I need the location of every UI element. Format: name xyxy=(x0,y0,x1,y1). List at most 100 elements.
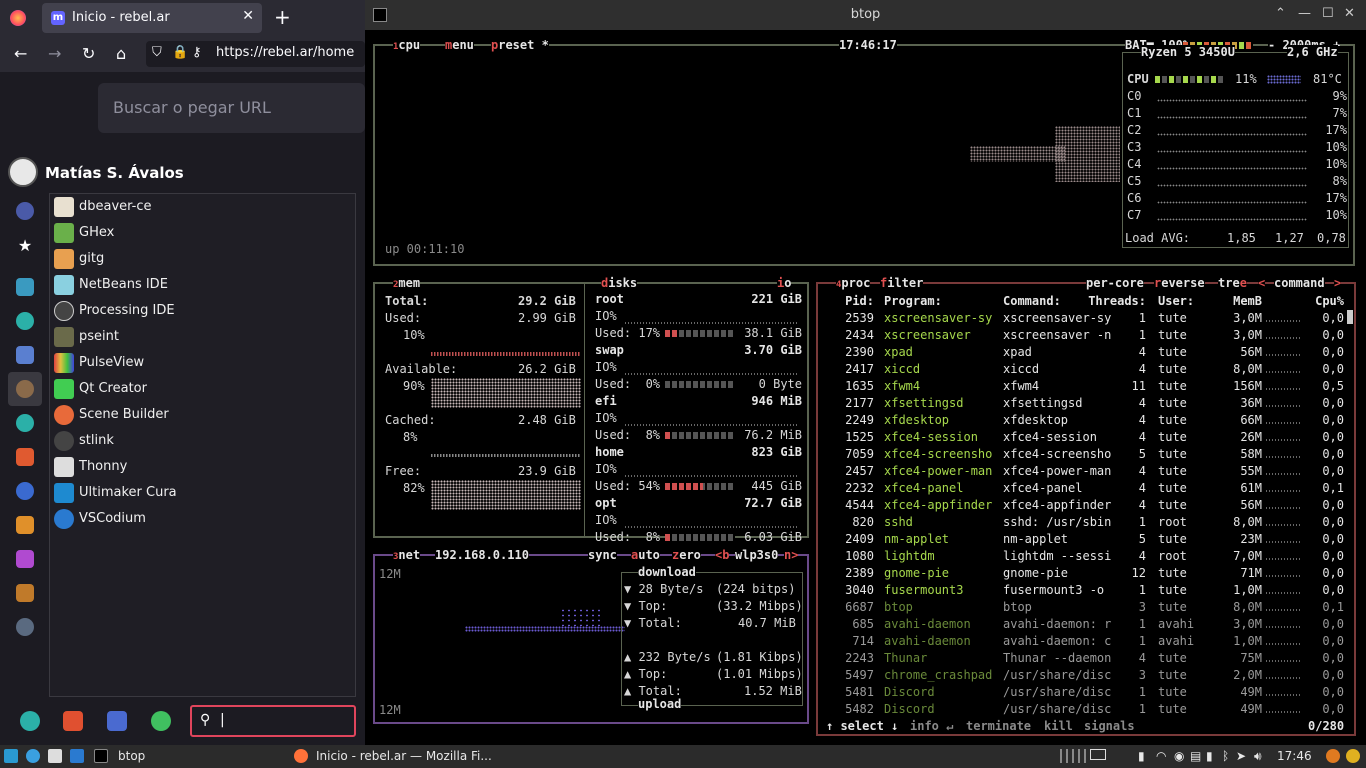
list-item[interactable]: GHex xyxy=(54,221,344,245)
table-row[interactable]: 5482 Discord/usr/share/disc 1 tute 49M 0,0 xyxy=(818,702,1358,719)
proc-column-header[interactable]: Pid: xyxy=(828,294,874,308)
browser-tab[interactable]: m Inicio - rebel.ar ✕ xyxy=(42,3,262,33)
preset-button[interactable]: preset * xyxy=(491,38,549,52)
table-row[interactable]: 5481 Discord/usr/share/disc 1 tute 49M 0,0 xyxy=(818,685,1358,702)
sort-prev-button[interactable]: < xyxy=(1258,276,1266,290)
new-tab-icon[interactable]: + xyxy=(274,5,291,29)
firefox-logo-icon[interactable] xyxy=(10,10,26,26)
cpu-tab[interactable]: 1cpu xyxy=(393,38,421,52)
firefox-task-label[interactable]: Inicio - rebel.ar — Mozilla Fi... xyxy=(316,749,492,763)
list-item[interactable]: Thonny xyxy=(54,455,344,479)
kill-hint[interactable]: kill xyxy=(1044,719,1073,733)
terminate-hint[interactable]: terminate xyxy=(966,719,1032,733)
list-item[interactable]: Qt Creator xyxy=(54,377,344,401)
scrollbar-thumb[interactable] xyxy=(1347,310,1353,324)
disks-io-toggle[interactable]: io xyxy=(777,276,792,290)
proc-column-header[interactable]: Command: xyxy=(1003,294,1061,308)
table-row[interactable]: 2243 Thunar Thunar --daemon 4 tute 75M 0,0 xyxy=(818,651,1358,668)
btop-task-icon[interactable] xyxy=(94,749,108,763)
multimedia-icon[interactable] xyxy=(16,550,34,568)
table-row[interactable]: 714 avahi-daemon avahi-daemon: c 1 avahi 1,0M… xyxy=(818,634,1358,651)
lock-screen-icon[interactable] xyxy=(63,711,83,731)
prev-iface-button[interactable]: <b xyxy=(715,548,730,562)
list-item[interactable]: pseint xyxy=(54,325,344,349)
table-row[interactable]: 4544 xfce4-appfinder xfce4-appfinder 4 tute 5… xyxy=(818,498,1358,515)
filter-button[interactable]: filter xyxy=(880,276,924,290)
table-row[interactable]: 2457 xfce4-power-man xfce4-power-man 4 tute 5… xyxy=(818,464,1358,481)
reload-icon[interactable]: ↻ xyxy=(82,44,95,64)
table-row[interactable]: 2434 xscreensaver xscreensaver -n 1 tute 3,0M… xyxy=(818,328,1358,345)
minimize-icon[interactable]: — xyxy=(1298,6,1311,21)
table-row[interactable]: 2177 xfsettingsd xfsettingsd 4 tute 36M 0,0 xyxy=(818,396,1358,413)
reverse-toggle[interactable]: reverse xyxy=(1154,276,1205,290)
back-icon[interactable]: ← xyxy=(14,44,27,64)
bluetooth-icon[interactable]: ᛒ xyxy=(1222,749,1229,763)
table-row[interactable]: 1525 xfce4-session xfce4-session 4 tute 26M 0,… xyxy=(818,430,1358,447)
zero-toggle[interactable]: zero xyxy=(672,548,701,562)
table-row[interactable]: 5497 chrome_crashpad/usr/share/disc 3 tute 2… xyxy=(818,668,1358,685)
close-icon[interactable]: ✕ xyxy=(1344,6,1355,21)
workspace-indicator[interactable] xyxy=(1060,749,1088,763)
shade-icon[interactable]: ⌃ xyxy=(1275,6,1286,21)
volume-icon[interactable]: 🔊︎ xyxy=(1254,749,1262,764)
table-row[interactable]: 2249 xfdesktop xfdesktop 4 tute 66M 0,0 xyxy=(818,413,1358,430)
close-tab-icon[interactable]: ✕ xyxy=(242,8,254,24)
clock[interactable]: 17:46 xyxy=(1277,749,1312,763)
search-input[interactable]: ⚲ | xyxy=(190,705,356,737)
home-icon[interactable]: ⌂ xyxy=(116,44,126,64)
table-row[interactable]: 2409 nm-applet nm-applet 5 tute 23M 0,0 xyxy=(818,532,1358,549)
list-item[interactable]: VSCodium xyxy=(54,507,344,531)
proc-column-header[interactable]: Cpu% xyxy=(1314,294,1344,308)
briefcase-icon[interactable] xyxy=(16,584,34,602)
more-icon[interactable] xyxy=(16,202,34,220)
whisker-menu-icon[interactable] xyxy=(4,749,18,763)
list-item[interactable]: gitg xyxy=(54,247,344,271)
workspace-box[interactable] xyxy=(1090,749,1106,760)
wifi-icon[interactable]: ◠ xyxy=(1156,749,1166,763)
shield-icon[interactable]: ⛉ xyxy=(152,45,162,60)
next-iface-button[interactable]: n> xyxy=(784,548,799,562)
table-row[interactable]: 3040 fusermount3 fusermount3 -o 1 tute 1,0M 0,… xyxy=(818,583,1358,600)
list-item[interactable]: stlink xyxy=(54,429,344,453)
disks-tab[interactable]: disks xyxy=(601,276,638,290)
list-item[interactable]: dbeaver-ce xyxy=(54,195,344,219)
category-icon[interactable] xyxy=(16,414,34,432)
tree-toggle[interactable]: tree xyxy=(1218,276,1247,290)
category-icon[interactable] xyxy=(16,346,34,364)
table-row[interactable]: 2539 xscreensaver-sy xscreensaver-sy 1 tute 3… xyxy=(818,311,1358,328)
page-search-box[interactable]: Buscar o pegar URL xyxy=(98,83,365,133)
menu-button[interactable]: menu xyxy=(445,38,474,52)
sync-toggle[interactable]: sync xyxy=(588,548,617,562)
star-icon[interactable]: ★ xyxy=(16,236,34,255)
table-row[interactable]: 2232 xfce4-panel xfce4-panel 4 tute 61M 0,1 xyxy=(818,481,1358,498)
key-icon[interactable]: ⚷ xyxy=(192,45,202,60)
category-icon[interactable] xyxy=(16,278,34,296)
table-row[interactable]: 820 sshd sshd: /usr/sbin 1 root 8,0M 0,0 xyxy=(818,515,1358,532)
table-row[interactable]: 685 avahi-daemon avahi-daemon: r 1 avahi 3,0M… xyxy=(818,617,1358,634)
btop-task-label[interactable]: btop xyxy=(118,749,145,763)
category-icon[interactable] xyxy=(16,312,34,330)
firefox-task-icon[interactable] xyxy=(294,749,308,763)
list-item[interactable]: PulseView xyxy=(54,351,344,375)
proc-column-header[interactable]: User: xyxy=(1158,294,1194,308)
sort-next-button[interactable]: > xyxy=(1334,276,1342,290)
list-item[interactable]: Ultimaker Cura xyxy=(54,481,344,505)
lock-icon[interactable]: 🔒 xyxy=(172,45,188,60)
table-row[interactable]: 6687 btop btop 3 tute 8,0M 0,1 xyxy=(818,600,1358,617)
per-core-toggle[interactable]: per-core xyxy=(1086,276,1144,290)
folder-icon[interactable] xyxy=(70,749,84,763)
power-icon[interactable] xyxy=(1326,749,1340,763)
forward-icon[interactable]: → xyxy=(48,44,61,64)
table-row[interactable]: 1080 lightdm lightdm --sessi 4 root 7,0M 0,0 xyxy=(818,549,1358,566)
settings-icon[interactable] xyxy=(16,618,34,636)
category-icon[interactable] xyxy=(16,448,34,466)
battery-icon[interactable]: ▮ xyxy=(1206,749,1213,763)
proc-column-header[interactable]: Program: xyxy=(884,294,942,308)
clipboard-icon[interactable]: ▤ xyxy=(1190,749,1201,763)
calculator-icon[interactable] xyxy=(48,749,62,763)
proc-tab[interactable]: 4proc xyxy=(836,276,871,290)
category-icon[interactable] xyxy=(16,482,34,500)
info-hint[interactable]: info ↵ xyxy=(910,719,954,733)
proc-column-header[interactable]: MemB xyxy=(1222,294,1262,308)
table-row[interactable]: 2389 gnome-pie gnome-pie 12 tute 71M 0,0 xyxy=(818,566,1358,583)
